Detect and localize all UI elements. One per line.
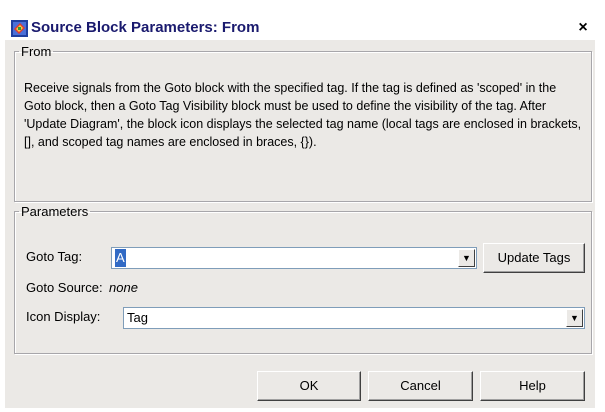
goto-source-value: none bbox=[109, 280, 138, 295]
icon-display-label: Icon Display: bbox=[26, 309, 101, 324]
dropdown-arrow-icon[interactable]: ▼ bbox=[566, 309, 583, 327]
goto-source-label: Goto Source: bbox=[26, 280, 103, 295]
window-title: Source Block Parameters: From bbox=[31, 19, 260, 36]
goto-tag-combo[interactable]: A ▼ bbox=[111, 247, 477, 269]
goto-tag-value[interactable]: A bbox=[115, 249, 126, 267]
icon-display-combo[interactable]: Tag ▼ bbox=[123, 307, 585, 329]
ok-button[interactable]: OK bbox=[257, 371, 361, 401]
close-icon[interactable]: × bbox=[573, 18, 593, 38]
parameters-group-legend: Parameters bbox=[21, 204, 89, 219]
help-button[interactable]: Help bbox=[480, 371, 585, 401]
from-group: From Receive signals from the Goto block… bbox=[14, 44, 592, 202]
icon-display-value[interactable]: Tag bbox=[127, 309, 148, 327]
block-description: Receive signals from the Goto block with… bbox=[24, 81, 582, 149]
parameters-group: Parameters Goto Tag: A ▼ Update Tags Got… bbox=[14, 204, 592, 354]
dropdown-arrow-icon[interactable]: ▼ bbox=[458, 249, 475, 267]
title-bar[interactable]: Source Block Parameters: From × bbox=[5, 16, 595, 40]
from-group-legend: From bbox=[21, 44, 52, 59]
goto-tag-label: Goto Tag: bbox=[26, 249, 83, 264]
cancel-button[interactable]: Cancel bbox=[368, 371, 473, 401]
dialog-window: Source Block Parameters: From × From Rec… bbox=[5, 16, 595, 408]
update-tags-button[interactable]: Update Tags bbox=[483, 243, 585, 273]
simulink-block-icon bbox=[11, 20, 28, 37]
